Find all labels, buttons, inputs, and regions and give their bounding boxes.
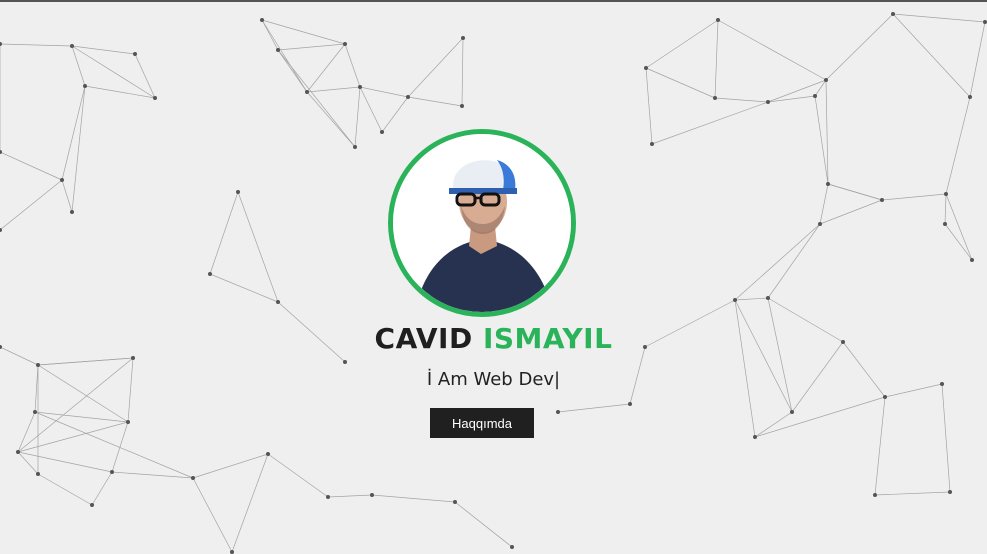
typing-tagline: İ Am Web Dev| — [426, 369, 561, 390]
first-name: CAVID — [374, 322, 473, 355]
hero-content: CAVID ISMAYIL İ Am Web Dev| Haqqımda — [0, 2, 987, 554]
page-title: CAVID ISMAYIL — [0, 322, 987, 355]
last-name: ISMAYIL — [482, 322, 613, 355]
hero-page: CAVID ISMAYIL İ Am Web Dev| Haqqımda — [0, 0, 987, 554]
profile-photo-icon — [393, 134, 571, 312]
avatar — [388, 129, 576, 317]
about-button[interactable]: Haqqımda — [430, 408, 534, 438]
